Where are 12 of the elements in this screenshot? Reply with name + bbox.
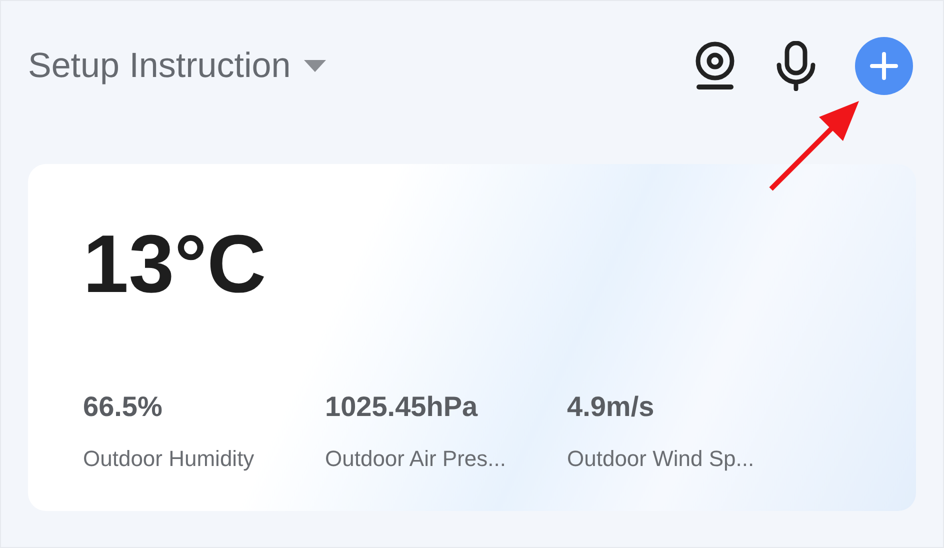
plus-icon (870, 52, 898, 80)
stat-value: 1025.45hPa (325, 390, 478, 424)
camera-icon[interactable] (693, 41, 737, 91)
microphone-icon[interactable] (775, 41, 817, 91)
header-title[interactable]: Setup Instruction (28, 40, 291, 92)
stat-label: Outdoor Humidity (83, 445, 254, 473)
stat-value: 66.5% (83, 390, 162, 424)
temperature: 13°C (83, 224, 266, 306)
stat-label: Outdoor Wind Sp... (567, 445, 754, 473)
stat-value: 4.9m/s (567, 390, 654, 424)
stat-label: Outdoor Air Pres... (325, 445, 506, 473)
caret-icon[interactable] (302, 59, 327, 73)
